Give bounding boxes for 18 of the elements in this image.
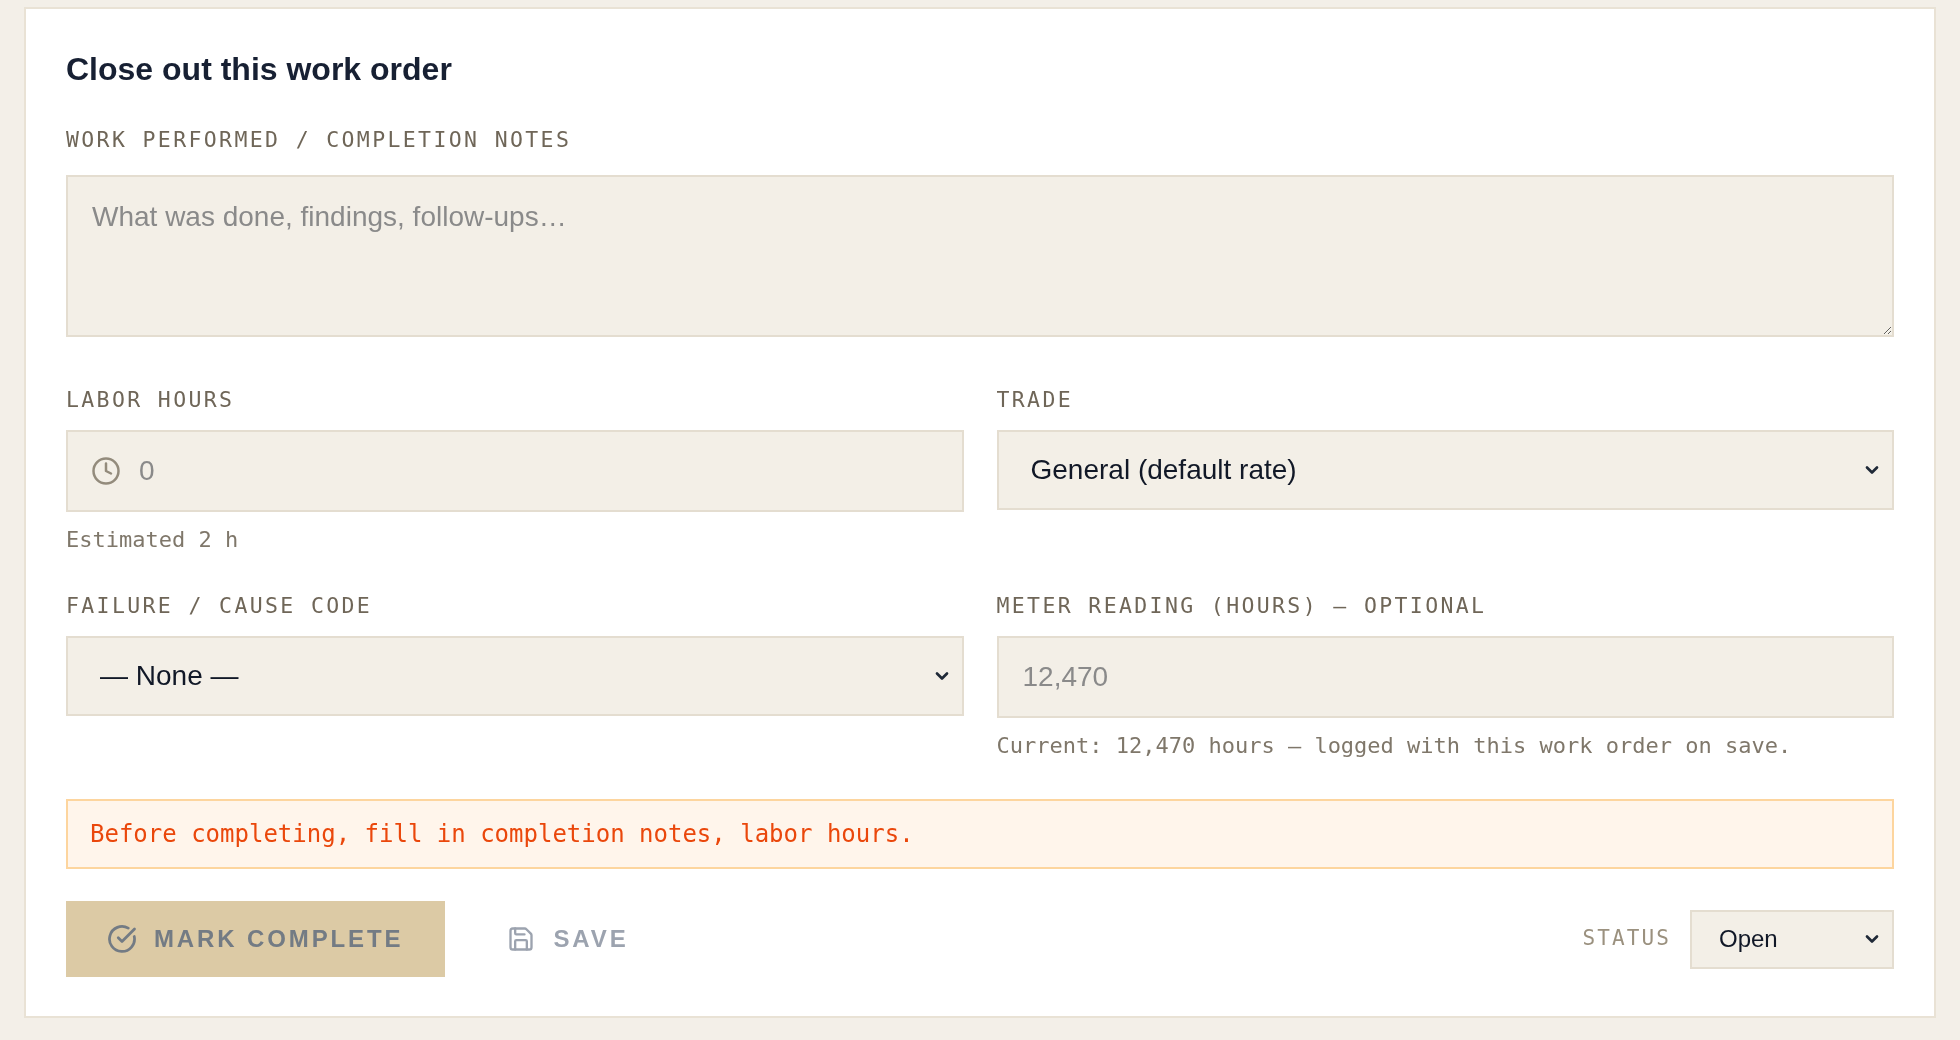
status-select[interactable]: Open <box>1690 909 1894 969</box>
field-label: METER READING (HOURS) — OPTIONAL <box>996 592 1487 620</box>
notes-textarea[interactable]: What was done, findings, follow-ups… <box>66 175 1894 337</box>
status-label: STATUS <box>1582 925 1671 953</box>
dropdown-select[interactable]: General (default rate) <box>996 430 1894 510</box>
field-label: TRADE <box>996 386 1074 414</box>
check-circle-icon <box>107 924 137 954</box>
field-label: FAILURE / CAUSE CODE <box>66 592 373 620</box>
clock-icon <box>91 456 121 486</box>
field-hint: Current: 12,470 hours — logged with this work order on save. <box>996 732 1792 760</box>
number-input[interactable]: 0 <box>66 430 964 512</box>
field-label: LABOR HOURS <box>66 386 235 414</box>
number-input[interactable]: 12,470 <box>996 636 1894 718</box>
warning-banner: Before completing, fill in completion notes, labor hours. <box>66 799 1894 869</box>
field-hint: Estimated 2 h <box>66 526 239 554</box>
field-label: WORK PERFORMED / COMPLETION NOTES <box>66 126 572 154</box>
dropdown-select[interactable]: — None — <box>66 636 964 716</box>
card-title: Close out this work order <box>66 50 452 88</box>
